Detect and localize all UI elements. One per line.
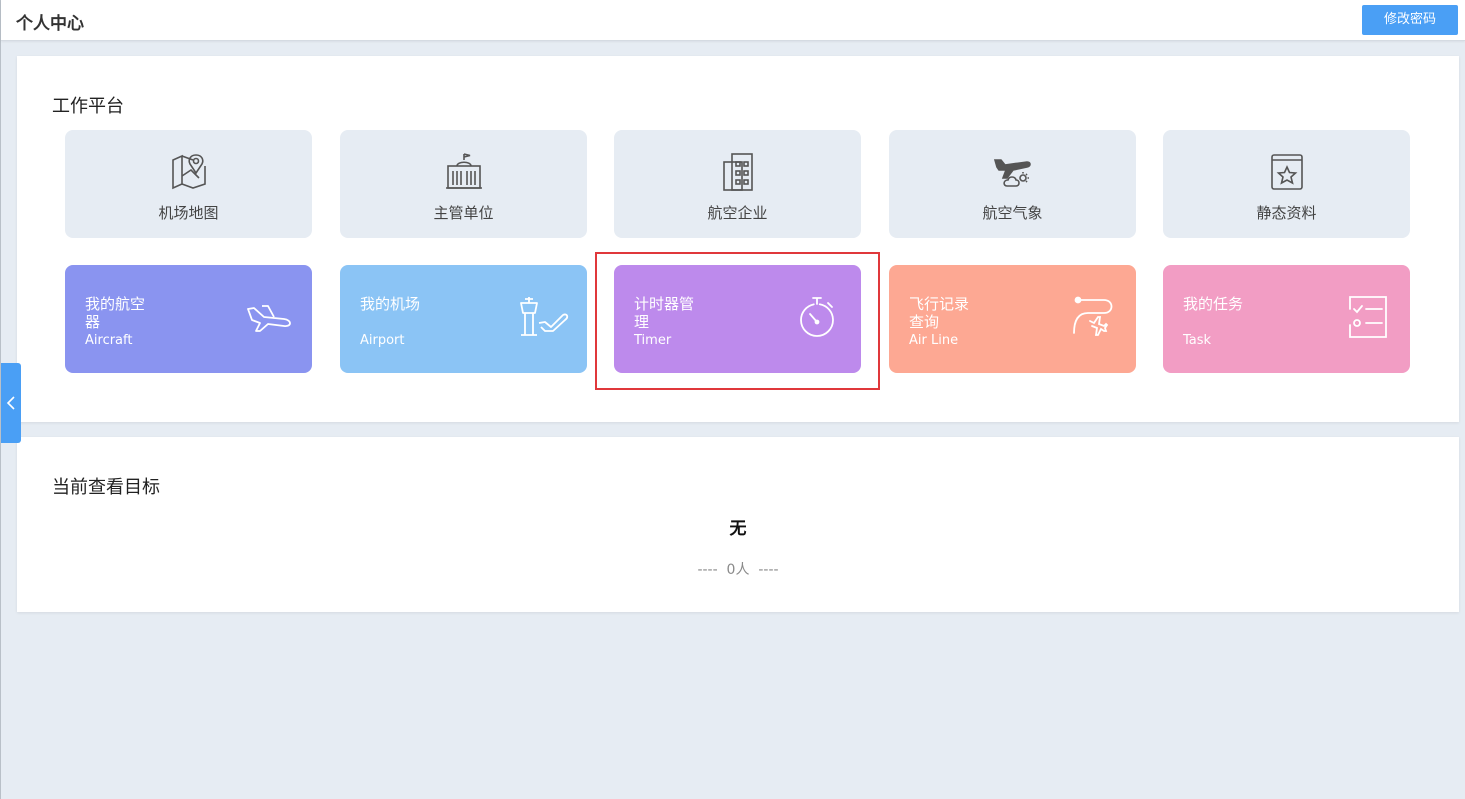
- card-my-aircraft[interactable]: 我的航空器 Aircraft: [65, 265, 312, 373]
- card-subtitle: Task: [1183, 333, 1212, 348]
- map-pin-icon: [171, 154, 206, 190]
- tile-label: 主管单位: [433, 204, 494, 222]
- plane-weather-icon: [993, 159, 1031, 187]
- work-platform-title: 工作平台: [52, 96, 124, 117]
- government-building-icon: [445, 153, 482, 189]
- chevron-left-icon: [6, 396, 15, 410]
- tile-label: 航空企业: [707, 204, 768, 222]
- airplane-icon: [247, 305, 291, 332]
- top-header: 个人中心 修改密码: [1, 0, 1465, 41]
- card-title: 我的航空器: [85, 295, 146, 331]
- card-title: 飞行记录查询: [909, 295, 970, 331]
- card-subtitle: Timer: [634, 333, 672, 348]
- current-target-title: 当前查看目标: [52, 477, 160, 498]
- page-title: 个人中心: [16, 14, 84, 34]
- checklist-icon: [1349, 296, 1387, 338]
- office-building-icon: [722, 153, 753, 191]
- card-my-tasks[interactable]: 我的任务 Task: [1163, 265, 1410, 373]
- current-target-panel: 当前查看目标 无 ---- 0人 ----: [17, 437, 1459, 612]
- card-my-airport[interactable]: 我的机场 Airport: [340, 265, 587, 373]
- tile-label: 机场地图: [158, 204, 219, 222]
- change-password-button[interactable]: 修改密码: [1362, 5, 1458, 35]
- target-count: ---- 0人 ----: [697, 562, 779, 578]
- card-subtitle: Aircraft: [85, 333, 133, 348]
- work-platform-panel: 工作平台 机场地图 主管单位 航空企业 航空气象 静态资料 我的航空器 Airc…: [17, 56, 1459, 422]
- card-title: 计时器管理: [634, 295, 695, 331]
- star-book-icon: [1270, 154, 1303, 190]
- target-value: 无: [729, 519, 747, 539]
- stopwatch-icon: [800, 297, 834, 337]
- card-subtitle: Air Line: [909, 333, 959, 348]
- sidebar-toggle-button[interactable]: [1, 363, 21, 443]
- tile-authority[interactable]: 主管单位: [340, 130, 587, 238]
- tile-label: 静态资料: [1256, 204, 1317, 222]
- tile-static-data[interactable]: 静态资料: [1163, 130, 1410, 238]
- card-timer-management[interactable]: 计时器管理 Timer: [614, 265, 861, 373]
- tile-label: 航空气象: [982, 204, 1043, 222]
- control-tower-icon: [520, 297, 569, 336]
- tile-aviation-enterprise[interactable]: 航空企业: [614, 130, 861, 238]
- tile-airport-map[interactable]: 机场地图: [65, 130, 312, 238]
- card-subtitle: Airport: [360, 333, 405, 348]
- tile-aviation-weather[interactable]: 航空气象: [889, 130, 1136, 238]
- card-flight-records[interactable]: 飞行记录查询 Air Line: [889, 265, 1136, 373]
- card-title: 我的任务: [1183, 295, 1244, 313]
- card-title: 我的机场: [360, 295, 421, 313]
- flight-route-icon: [1073, 296, 1113, 336]
